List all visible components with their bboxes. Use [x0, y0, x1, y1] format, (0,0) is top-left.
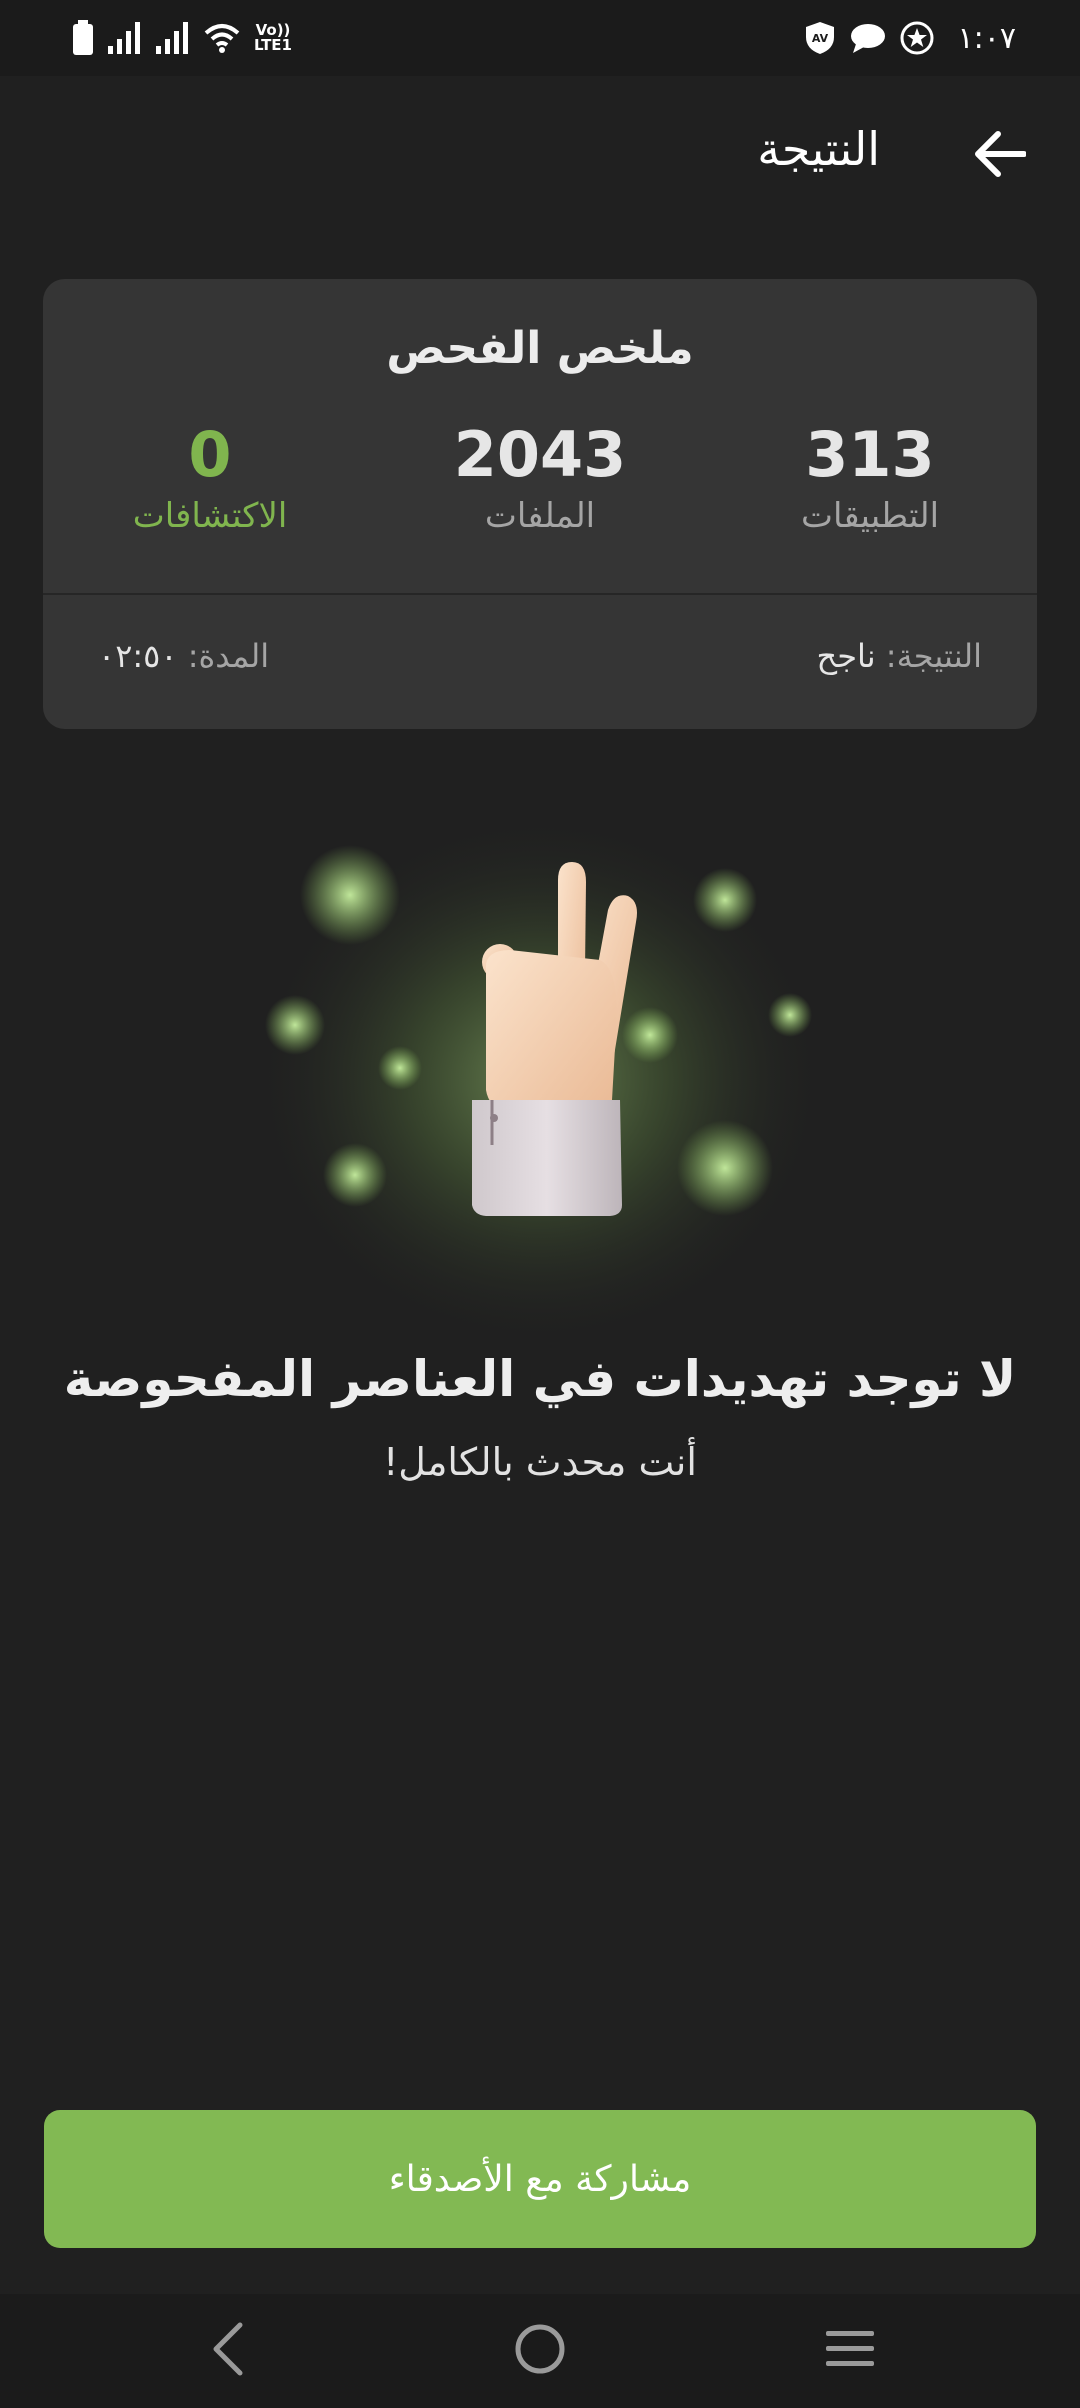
stat-detections-label: الاكتشافات: [132, 496, 288, 537]
stat-files: 2043 الملفات: [390, 418, 690, 537]
stat-apps: 313 التطبيقات: [720, 418, 1020, 537]
result-label: النتيجة:: [885, 637, 982, 675]
summary-title: ملخص الفحص: [386, 323, 694, 374]
network-type-badge: Vo)) LTE1: [254, 23, 292, 53]
result-value: ناجح: [816, 637, 876, 675]
status-right-icons: AV ١:٠٧: [804, 18, 1016, 58]
nav-menu-icon: [824, 2327, 876, 2375]
stat-detections: 0 الاكتشافات: [60, 418, 360, 537]
stat-files-label: الملفات: [484, 496, 596, 537]
page-title: النتيجة: [757, 122, 880, 176]
system-nav-bar: [0, 2294, 1080, 2408]
duration-label: المدة:: [187, 637, 270, 675]
stat-files-value: 2043: [453, 418, 627, 491]
svg-text:AV: AV: [811, 32, 828, 45]
signal-icon: [156, 22, 190, 54]
up-to-date-subline: أنت محدث بالكامل!: [383, 1440, 697, 1484]
no-threats-headline: لا توجد تهديدات في العناصر المفحوصة: [63, 1350, 1017, 1408]
chat-bubble-icon: [850, 22, 886, 54]
stat-detections-value: 0: [188, 418, 232, 491]
stat-apps-value: 313: [805, 418, 935, 491]
stat-apps-label: التطبيقات: [800, 496, 940, 537]
result-row: النتيجة: ناجح: [817, 637, 982, 675]
nav-home-icon: [514, 2323, 566, 2379]
app-bar: النتيجة: [0, 76, 1080, 232]
star-circle-icon: [900, 21, 934, 55]
share-with-friends-button[interactable]: مشاركة مع الأصدقاء: [44, 2110, 1036, 2248]
status-time: ١:٠٧: [957, 20, 1016, 56]
duration-value: ٠٢:٥٠: [98, 637, 178, 675]
back-button[interactable]: [960, 116, 1040, 196]
nav-back-button[interactable]: [188, 2314, 268, 2388]
success-illustration: [240, 800, 840, 1360]
duration-row: المدة: ٠٢:٥٠: [98, 637, 269, 675]
nav-menu-button[interactable]: [810, 2314, 890, 2388]
status-left-icons: Vo)) LTE1: [72, 18, 292, 58]
wifi-icon: [204, 23, 240, 53]
nav-home-button[interactable]: [500, 2314, 580, 2388]
lte-label: LTE1: [254, 36, 292, 54]
nav-back-icon: [208, 2321, 248, 2381]
arrow-back-icon: [974, 130, 1027, 182]
status-bar: Vo)) LTE1 AV ١:٠٧: [0, 0, 1080, 76]
victory-hand-icon: [250, 810, 830, 1350]
av-shield-icon: AV: [804, 21, 836, 55]
card-divider: [43, 593, 1037, 595]
battery-icon: [72, 20, 94, 56]
scan-summary-card: ملخص الفحص 313 التطبيقات 2043 الملفات 0 …: [43, 279, 1037, 729]
signal-icon: [108, 22, 142, 54]
